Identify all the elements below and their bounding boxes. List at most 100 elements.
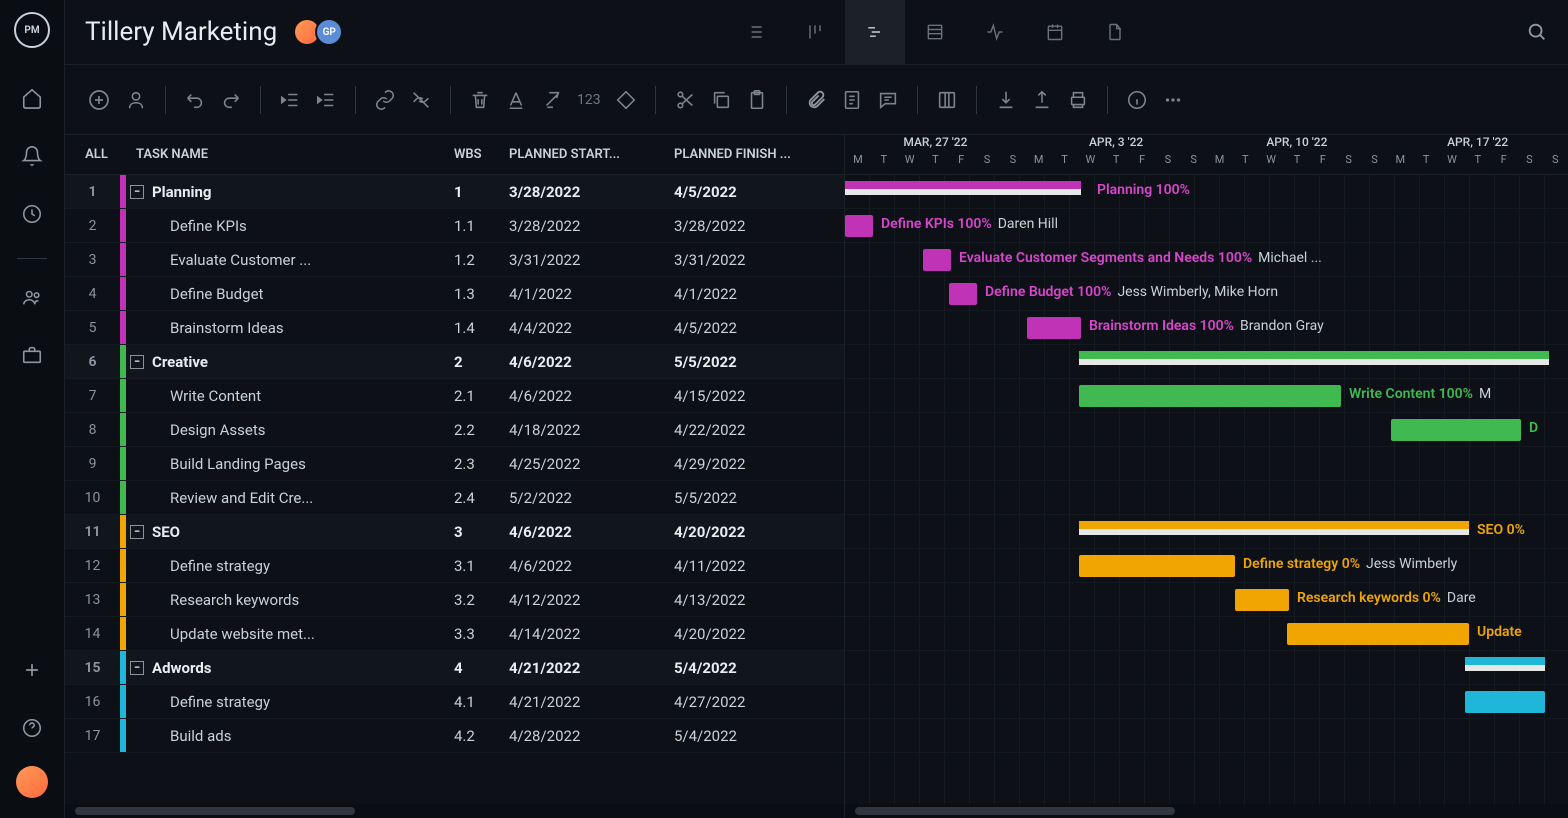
gantt-row[interactable] <box>845 719 1568 753</box>
collapse-icon[interactable]: − <box>130 525 144 539</box>
add-task-icon[interactable] <box>87 88 111 112</box>
col-planned-finish[interactable]: PLANNED FINISH ... <box>674 147 844 162</box>
info-icon[interactable] <box>1126 89 1148 111</box>
gantt-row[interactable]: Evaluate Customer Segments and Needs 100… <box>845 243 1568 277</box>
gantt-bar[interactable] <box>1079 351 1549 359</box>
plus-icon[interactable] <box>12 650 52 690</box>
gantt-row[interactable]: Write Content 100%M <box>845 379 1568 413</box>
table-row[interactable]: 13Research keywords3.24/12/20224/13/2022 <box>65 583 844 617</box>
col-all[interactable]: ALL <box>65 147 120 162</box>
gantt-row[interactable]: Brainstorm Ideas 100%Brandon Gray <box>845 311 1568 345</box>
outdent-icon[interactable] <box>279 89 301 111</box>
gantt-row[interactable]: Planning 100% <box>845 175 1568 209</box>
gantt-row[interactable]: Update <box>845 617 1568 651</box>
gantt-row[interactable] <box>845 685 1568 719</box>
gantt-row[interactable]: Research keywords 0%Dare <box>845 583 1568 617</box>
gantt-bar[interactable] <box>845 181 1081 189</box>
copy-icon[interactable] <box>710 89 732 111</box>
briefcase-icon[interactable] <box>12 335 52 375</box>
gantt-row[interactable]: Define KPIs 100%Daren Hill <box>845 209 1568 243</box>
col-wbs[interactable]: WBS <box>454 147 509 162</box>
table-scrollbar[interactable] <box>65 804 844 818</box>
view-activity-icon[interactable] <box>965 0 1025 65</box>
gantt-bar[interactable] <box>845 215 873 237</box>
col-task-name[interactable]: TASK NAME <box>126 147 454 162</box>
table-row[interactable]: 3Evaluate Customer ...1.23/31/20223/31/2… <box>65 243 844 277</box>
table-row[interactable]: 7Write Content2.14/6/20224/15/2022 <box>65 379 844 413</box>
export-icon[interactable] <box>1031 89 1053 111</box>
gantt-bar[interactable] <box>1391 419 1521 441</box>
assign-icon[interactable] <box>125 89 147 111</box>
indent-icon[interactable] <box>315 89 337 111</box>
table-row[interactable]: 14Update website met...3.34/14/20224/20/… <box>65 617 844 651</box>
table-row[interactable]: 16Define strategy4.14/21/20224/27/2022 <box>65 685 844 719</box>
gantt-row[interactable] <box>845 481 1568 515</box>
view-file-icon[interactable] <box>1085 0 1145 65</box>
columns-icon[interactable] <box>936 89 958 111</box>
gantt-row[interactable]: Define strategy 0%Jess Wimberly <box>845 549 1568 583</box>
table-row[interactable]: 12Define strategy3.14/6/20224/11/2022 <box>65 549 844 583</box>
link-icon[interactable] <box>374 89 396 111</box>
gantt-bar[interactable] <box>1235 589 1289 611</box>
unlink-icon[interactable] <box>410 89 432 111</box>
gantt-bar[interactable] <box>1027 317 1081 339</box>
redo-icon[interactable] <box>220 89 242 111</box>
gantt-bar[interactable] <box>923 249 951 271</box>
collapse-icon[interactable]: − <box>130 661 144 675</box>
gantt-bar[interactable] <box>1287 623 1469 645</box>
view-list-icon[interactable] <box>725 0 785 65</box>
clear-format-icon[interactable] <box>541 89 563 111</box>
comment-icon[interactable] <box>877 89 899 111</box>
table-row[interactable]: 17Build ads4.24/28/20225/4/2022 <box>65 719 844 753</box>
undo-icon[interactable] <box>184 89 206 111</box>
gantt-bar[interactable] <box>949 283 977 305</box>
view-calendar-icon[interactable] <box>1025 0 1085 65</box>
bell-icon[interactable] <box>12 136 52 176</box>
gantt-row[interactable] <box>845 651 1568 685</box>
table-row[interactable]: 10Review and Edit Cre...2.45/2/20225/5/2… <box>65 481 844 515</box>
table-row[interactable]: 11−SEO34/6/20224/20/2022 <box>65 515 844 549</box>
notes-icon[interactable] <box>841 89 863 111</box>
gantt-scrollbar[interactable] <box>845 804 1568 818</box>
gantt-bar[interactable] <box>1079 555 1235 577</box>
milestone-icon[interactable] <box>615 89 637 111</box>
view-sheet-icon[interactable] <box>905 0 965 65</box>
attach-icon[interactable] <box>805 89 827 111</box>
print-icon[interactable] <box>1067 89 1089 111</box>
gantt-row[interactable]: Define Budget 100%Jess Wimberly, Mike Ho… <box>845 277 1568 311</box>
view-board-icon[interactable] <box>785 0 845 65</box>
collapse-icon[interactable]: − <box>130 355 144 369</box>
gantt-row[interactable]: D <box>845 413 1568 447</box>
table-row[interactable]: 2Define KPIs1.13/28/20223/28/2022 <box>65 209 844 243</box>
import-icon[interactable] <box>995 89 1017 111</box>
user-avatar[interactable] <box>16 766 48 798</box>
text-format-icon[interactable] <box>505 89 527 111</box>
gantt-row[interactable]: SEO 0% <box>845 515 1568 549</box>
gantt-bar[interactable] <box>1079 521 1469 529</box>
collapse-icon[interactable]: − <box>130 185 144 199</box>
more-icon[interactable] <box>1162 89 1184 111</box>
delete-icon[interactable] <box>469 89 491 111</box>
search-icon[interactable] <box>1526 21 1548 43</box>
avatar-2[interactable]: GP <box>315 18 343 46</box>
table-row[interactable]: 9Build Landing Pages2.34/25/20224/29/202… <box>65 447 844 481</box>
col-planned-start[interactable]: PLANNED START... <box>509 147 674 162</box>
gantt-row[interactable] <box>845 345 1568 379</box>
table-row[interactable]: 8Design Assets2.24/18/20224/22/2022 <box>65 413 844 447</box>
gantt-bar[interactable] <box>1079 385 1341 407</box>
view-gantt-icon[interactable] <box>845 0 905 65</box>
clock-icon[interactable] <box>12 194 52 234</box>
table-row[interactable]: 4Define Budget1.34/1/20224/1/2022 <box>65 277 844 311</box>
help-icon[interactable] <box>12 708 52 748</box>
collaborator-avatars[interactable]: GP <box>293 18 343 46</box>
paste-icon[interactable] <box>746 89 768 111</box>
home-icon[interactable] <box>12 78 52 118</box>
gantt-bar[interactable] <box>1465 657 1545 665</box>
app-logo[interactable]: PM <box>14 12 50 48</box>
table-row[interactable]: 5Brainstorm Ideas1.44/4/20224/5/2022 <box>65 311 844 345</box>
team-icon[interactable] <box>12 277 52 317</box>
cut-icon[interactable] <box>674 89 696 111</box>
gantt-bar[interactable] <box>1465 691 1545 713</box>
table-row[interactable]: 6−Creative24/6/20225/5/2022 <box>65 345 844 379</box>
table-row[interactable]: 15−Adwords44/21/20225/4/2022 <box>65 651 844 685</box>
